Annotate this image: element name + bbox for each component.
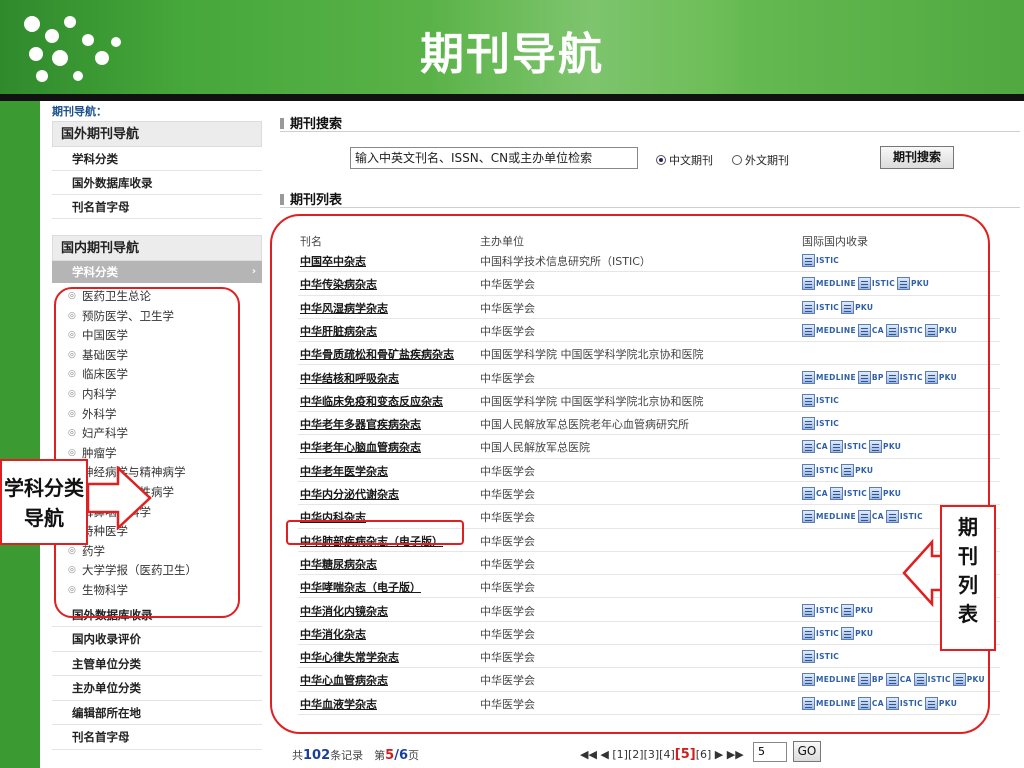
left-green-band <box>0 101 40 768</box>
foreign-nav-database[interactable]: 国外数据库收录 <box>52 171 262 195</box>
slide-header: 期刊导航 <box>0 0 1024 94</box>
page-number-input[interactable]: 5 <box>753 742 787 762</box>
domestic-nav-subject-active[interactable]: 学科分类 › <box>52 261 262 283</box>
nav-location[interactable]: 编辑部所在地 <box>52 701 262 726</box>
slide-title: 期刊导航 <box>420 29 604 80</box>
section-divider <box>280 131 1020 132</box>
subject-nav-callout: 学科分类导航 <box>0 459 88 545</box>
radio-checked-icon <box>656 155 666 165</box>
list-section-title: 期刊列表 <box>280 189 342 208</box>
breadcrumb: 期刊导航： <box>52 105 107 118</box>
foreign-nav-heading: 国外期刊导航 <box>52 121 262 147</box>
radio-unchecked-icon <box>732 155 742 165</box>
nav-domestic-evaluation[interactable]: 国内收录评价 <box>52 627 262 652</box>
right-arrow-icon <box>86 466 152 530</box>
radio-foreign[interactable]: 外文期刊 <box>732 152 789 168</box>
sidebar-bottom-links: 国外数据库收录 国内收录评价 主管单位分类 主办单位分类 编辑部所在地 刊名首字… <box>52 603 262 751</box>
search-button[interactable]: 期刊搜索 <box>880 146 954 169</box>
subject-nav-highlight <box>54 287 240 618</box>
prev-page-icon[interactable]: ◀◀ ◀ <box>580 748 609 761</box>
page-link[interactable]: [2] <box>628 748 644 761</box>
page-link[interactable]: [3] <box>644 748 660 761</box>
active-item-label: 学科分类 <box>72 265 118 279</box>
foreign-nav-subject[interactable]: 学科分类 <box>52 147 262 171</box>
next-page-icon[interactable]: ▶ ▶▶ <box>715 748 744 761</box>
section-divider <box>280 207 1020 208</box>
journal-list-callout: 期刊列表 <box>940 505 996 651</box>
record-count: 共102条记录 第5/6页 <box>292 748 419 763</box>
search-input[interactable]: 输入中英文刊名、ISSN、CN或主办单位检索 <box>350 147 638 169</box>
page-link[interactable]: [4] <box>659 748 675 761</box>
go-button[interactable]: GO <box>793 741 821 762</box>
page-link[interactable]: [1] <box>612 748 628 761</box>
foreign-nav-initial[interactable]: 刊名首字母 <box>52 195 262 219</box>
page-link[interactable]: [6] <box>696 748 712 761</box>
current-page-link[interactable]: [5] <box>675 747 696 762</box>
nav-sponsor[interactable]: 主办单位分类 <box>52 676 262 701</box>
header-divider <box>0 94 1024 101</box>
nav-supervisor[interactable]: 主管单位分类 <box>52 652 262 677</box>
domestic-nav-heading: 国内期刊导航 <box>52 235 262 261</box>
chevron-right-icon: › <box>251 266 256 277</box>
nav-initial[interactable]: 刊名首字母 <box>52 725 262 751</box>
radio-chinese[interactable]: 中文期刊 <box>656 152 713 168</box>
search-section-title: 期刊搜索 <box>280 113 342 132</box>
journal-row-highlight <box>286 520 464 545</box>
journal-list-highlight <box>270 214 990 734</box>
pager: ◀◀ ◀ [1][2][3][4][5][6] ▶ ▶▶ <box>580 747 744 762</box>
